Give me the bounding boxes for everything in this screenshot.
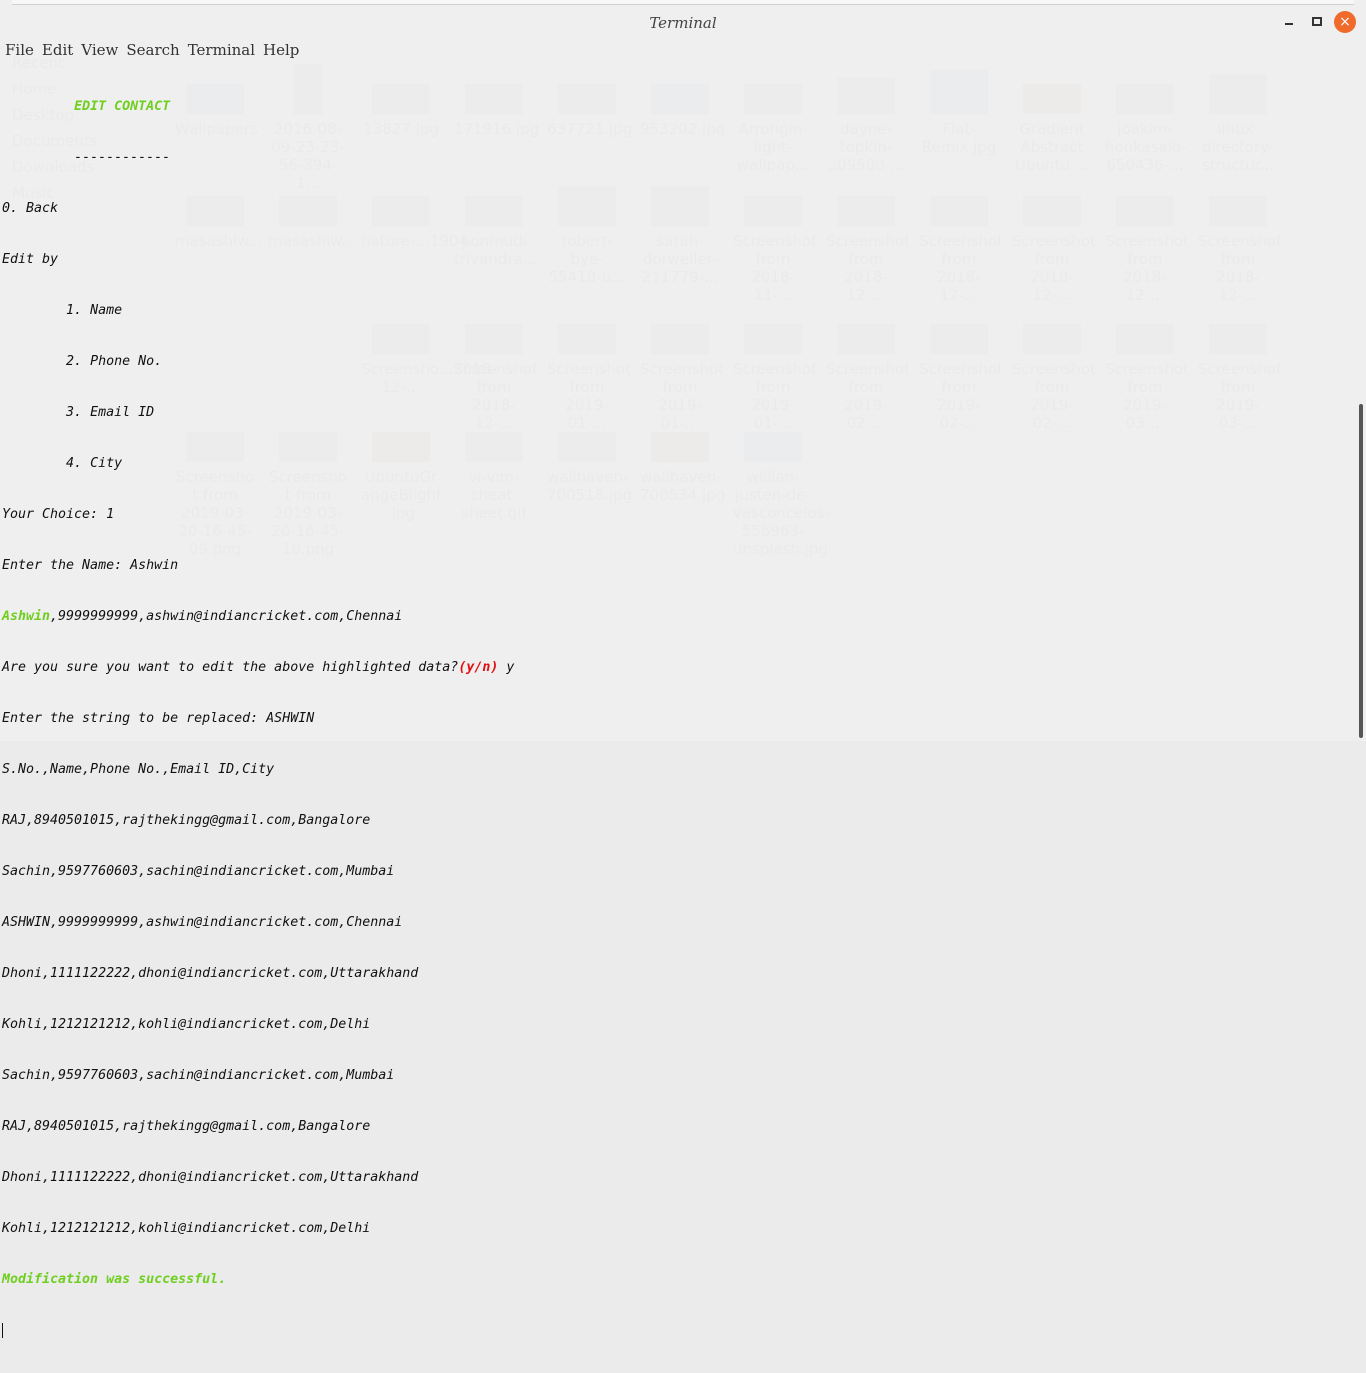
csv-row: RAJ,8940501015,rajthekingg@gmail.com,Ban…	[2, 1119, 371, 1134]
csv-row: Kohli,1212121212,kohli@indiancricket.com…	[2, 1017, 371, 1032]
option-email: 3. Email ID	[66, 405, 155, 420]
confirm-line: Are you sure you want to edit the above …	[2, 659, 514, 676]
edit-by-label: Edit by	[2, 252, 59, 267]
minimize-button[interactable]	[1279, 12, 1299, 32]
csv-row: ASHWIN,9999999999,ashwin@indiancricket.c…	[2, 915, 403, 930]
menu-search[interactable]: Search	[126, 40, 179, 60]
menu-view[interactable]: View	[81, 40, 118, 60]
option-phone: 2. Phone No.	[66, 354, 163, 369]
confirm-yn: (y/n)	[458, 660, 499, 675]
terminal-output[interactable]: EDIT CONTACT ------------ 0. Back Edit b…	[2, 64, 514, 1373]
csv-header: S.No.,Name,Phone No.,Email ID,City	[2, 762, 275, 777]
csv-row: Kohli,1212121212,kohli@indiancricket.com…	[2, 1221, 371, 1236]
edit-heading-line: EDIT CONTACT	[2, 98, 514, 115]
scrollbar-thumb[interactable]	[1359, 404, 1363, 738]
title-bar[interactable]: Terminal ×	[0, 6, 1366, 38]
window-title: Terminal	[649, 14, 717, 32]
menu-help[interactable]: Help	[263, 40, 299, 60]
prompt-line[interactable]	[2, 1322, 514, 1339]
close-icon: ×	[1339, 14, 1351, 30]
menu-file[interactable]: File	[5, 40, 34, 60]
menu-bar: File Edit View Search Terminal Help	[0, 40, 302, 60]
csv-row: Sachin,9597760603,sachin@indiancricket.c…	[2, 864, 395, 879]
option-phone-line: 2. Phone No.	[2, 353, 514, 370]
option-name-line: 1. Name	[2, 302, 514, 319]
window-top-edge	[12, 0, 1354, 5]
csv-row: RAJ,8940501015,rajthekingg@gmail.com,Ban…	[2, 813, 371, 828]
option-email-line: 3. Email ID	[2, 404, 514, 421]
highlighted-record-rest: ,9999999999,ashwin@indiancricket.com,Che…	[50, 609, 403, 624]
csv-row: Dhoni,1111122222,dhoni@indiancricket.com…	[2, 966, 419, 981]
csv-row: Sachin,9597760603,sachin@indiancricket.c…	[2, 1068, 395, 1083]
heading-underline-line: ------------	[2, 149, 514, 166]
text-cursor	[2, 1322, 3, 1338]
menu-terminal[interactable]: Terminal	[188, 40, 255, 60]
csv-row: Dhoni,1111122222,dhoni@indiancricket.com…	[2, 1170, 419, 1185]
choice-line: Your Choice: 1	[2, 507, 115, 522]
maximize-button[interactable]	[1307, 12, 1327, 32]
terminal-window[interactable]: Terminal × File Edit View Search Terminal Hel…	[0, 0, 1366, 1338]
enter-name-line: Enter the Name: Ashwin	[2, 558, 179, 573]
confirm-question: Are you sure you want to edit the above …	[2, 660, 459, 675]
maximize-icon	[1312, 17, 1322, 26]
minimize-icon	[1285, 23, 1293, 25]
highlighted-name: Ashwin	[2, 609, 51, 624]
replace-prompt-line: Enter the string to be replaced: ASHWIN	[2, 711, 315, 726]
close-button[interactable]: ×	[1334, 11, 1356, 33]
option-city: 4. City	[66, 456, 123, 471]
edit-contact-heading: EDIT CONTACT	[74, 99, 171, 114]
option-name: 1. Name	[66, 303, 123, 318]
highlighted-record: Ashwin,9999999999,ashwin@indiancricket.c…	[2, 608, 514, 625]
heading-underline: ------------	[74, 150, 171, 165]
option-back: 0. Back	[2, 201, 59, 216]
option-city-line: 4. City	[2, 455, 514, 472]
success-message: Modification was successful.	[2, 1272, 227, 1287]
menu-edit[interactable]: Edit	[42, 40, 73, 60]
confirm-answer: y	[498, 660, 515, 675]
